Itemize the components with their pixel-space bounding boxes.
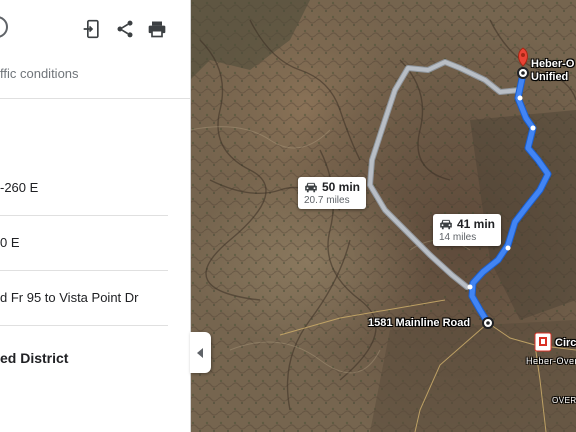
poi-school-glyph-inner [541, 339, 545, 344]
chevron-left-icon [196, 347, 203, 358]
route-waypoint [467, 284, 473, 290]
destination-label[interactable]: Unified [531, 71, 568, 83]
step-divider [0, 215, 168, 216]
destination-name: ed District [0, 350, 69, 366]
step-divider [0, 270, 168, 271]
route-distance: 14 miles [439, 232, 477, 243]
alternate-route-callout[interactable]: 50 min 20.7 miles [298, 177, 367, 209]
route-waypoint [530, 125, 536, 131]
route-waypoint [517, 95, 523, 101]
directions-panel: ffic conditions -260 E 0 E d Fr 95 to Vi… [0, 0, 191, 432]
destination-label[interactable]: Heber-O [531, 58, 574, 70]
maps-directions-page: ffic conditions -260 E 0 E d Fr 95 to Vi… [0, 0, 576, 432]
satellite-map[interactable]: 50 min 20.7 miles 41 min 14 miles Heber-… [190, 0, 576, 432]
route-waypoint [505, 245, 511, 251]
print-icon[interactable] [146, 18, 168, 40]
direction-step[interactable]: d Fr 95 to Vista Point Dr [0, 290, 168, 305]
road-label: OVER [552, 396, 576, 405]
route-time: 41 min [457, 217, 496, 231]
traffic-conditions-text: ffic conditions [0, 66, 79, 81]
collapse-panel-button[interactable] [190, 332, 211, 373]
route-time: 50 min [322, 180, 361, 194]
share-icon[interactable] [114, 18, 136, 40]
send-to-device-icon[interactable] [81, 18, 103, 40]
direction-step[interactable]: -260 E [0, 180, 168, 195]
origin-label[interactable]: 1581 Mainline Road [368, 317, 470, 329]
direction-step[interactable]: 0 E [0, 235, 168, 250]
car-icon [440, 219, 452, 230]
step-divider [0, 325, 168, 326]
directions-header: ffic conditions [0, 0, 190, 99]
map-canvas[interactable] [190, 0, 576, 432]
trip-options-icon[interactable] [0, 16, 8, 38]
destination-marker-dot [521, 71, 525, 75]
car-icon [305, 182, 317, 193]
route-distance: 20.7 miles [304, 195, 350, 206]
town-label: Heber-Over [526, 356, 576, 366]
poi-label[interactable]: Circ [555, 337, 576, 349]
destination-pin-center [521, 53, 525, 57]
selected-route-callout[interactable]: 41 min 14 miles [433, 214, 502, 246]
origin-marker-dot [486, 321, 490, 325]
